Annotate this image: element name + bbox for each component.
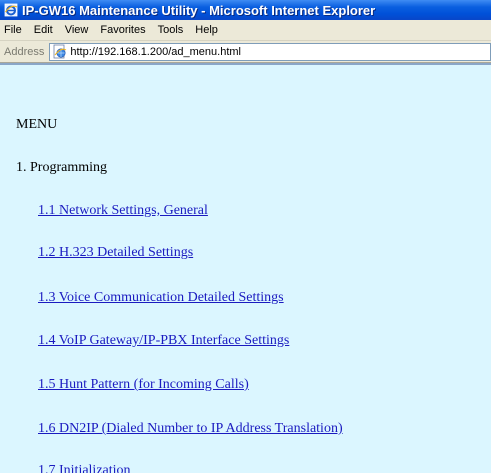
link-hunt-pattern[interactable]: 1.5 Hunt Pattern (for Incoming Calls) — [38, 377, 249, 393]
menu-file[interactable]: File — [0, 21, 28, 40]
menu-edit[interactable]: Edit — [28, 21, 59, 40]
link-network-settings[interactable]: 1.1 Network Settings, General — [38, 203, 208, 219]
menu-help[interactable]: Help — [189, 21, 224, 40]
link-h323-settings[interactable]: 1.2 H.323 Detailed Settings — [38, 245, 193, 261]
address-input[interactable]: http://192.168.1.200/ad_menu.html — [49, 42, 491, 61]
link-initialization[interactable]: 1.7 Initialization — [38, 463, 131, 473]
link-voice-communication[interactable]: 1.3 Voice Communication Detailed Setting… — [38, 290, 284, 306]
address-bar: Address http://192.168.1.200/ad_menu.htm… — [0, 41, 491, 63]
link-voip-gateway[interactable]: 1.4 VoIP Gateway/IP-PBX Interface Settin… — [38, 333, 289, 349]
page-title: MENU — [16, 117, 58, 132]
section-heading: 1. Programming — [16, 160, 107, 175]
menu-favorites[interactable]: Favorites — [94, 21, 151, 40]
menu-view[interactable]: View — [59, 21, 95, 40]
page-icon — [52, 44, 68, 60]
address-url: http://192.168.1.200/ad_menu.html — [70, 45, 241, 58]
page-content: MENU 1. Programming 1.1 Network Settings… — [0, 63, 491, 473]
title-bar[interactable]: IP-GW16 Maintenance Utility - Microsoft … — [0, 0, 491, 20]
address-label: Address — [4, 45, 45, 58]
menu-tools[interactable]: Tools — [152, 21, 190, 40]
link-dn2ip[interactable]: 1.6 DN2IP (Dialed Number to IP Address T… — [38, 421, 343, 437]
menu-bar: File Edit View Favorites Tools Help — [0, 20, 491, 41]
internet-explorer-icon — [4, 3, 18, 17]
window-title: IP-GW16 Maintenance Utility - Microsoft … — [22, 2, 376, 18]
